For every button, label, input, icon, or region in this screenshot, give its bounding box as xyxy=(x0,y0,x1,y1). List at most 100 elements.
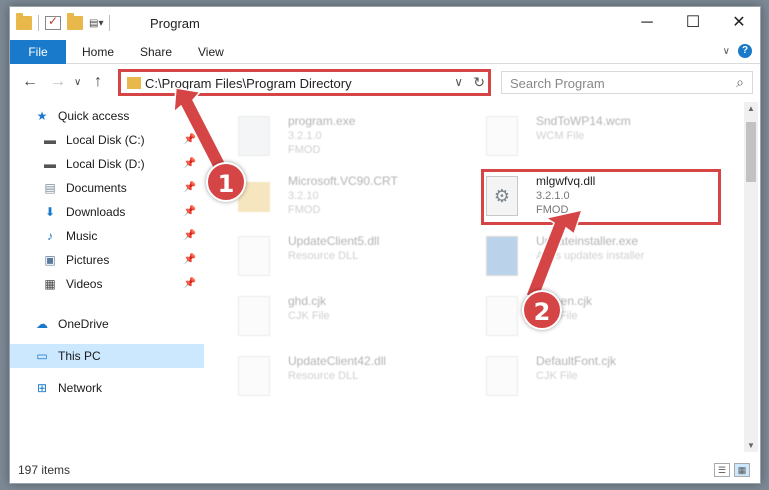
step-2-badge: 2 xyxy=(522,290,562,330)
cloud-icon: ☁ xyxy=(36,317,48,331)
file-item[interactable]: UpdateClient5.dll Resource DLL xyxy=(232,232,462,288)
sidebar-item-quick-access[interactable]: ★ Quick access xyxy=(10,104,204,128)
sidebar-item-local-disk-d[interactable]: ▬ Local Disk (D:) 📌 xyxy=(10,152,204,176)
documents-icon: ▤ xyxy=(44,181,56,195)
sidebar-item-label: OneDrive xyxy=(58,317,109,331)
search-input[interactable]: Search Program ⌕ xyxy=(501,71,753,94)
file-item[interactable]: Screen.cjk CJK File xyxy=(480,292,710,348)
pin-icon[interactable]: 📌 xyxy=(184,206,196,217)
sidebar-item-local-disk-c[interactable]: ▬ Local Disk (C:) 📌 xyxy=(10,128,204,152)
tiles-view-icon[interactable]: ▦ xyxy=(734,463,750,477)
explorer-window: ▤▾ Program ─ ☐ ✕ File Home Share View ∨ … xyxy=(9,6,761,484)
scroll-down-icon[interactable]: ▼ xyxy=(747,441,755,450)
file-name: ghd.cjk xyxy=(288,294,327,308)
file-item[interactable]: program.exe 3.2.1.0 FMOD xyxy=(232,112,462,168)
address-highlight-box xyxy=(118,69,491,96)
file-name: Microsoft.VC90.CRT xyxy=(288,174,398,188)
sidebar-item-label: Music xyxy=(66,229,98,243)
sidebar-item-label: Network xyxy=(58,381,103,395)
file-icon xyxy=(486,296,518,336)
file-name: program.exe xyxy=(288,114,356,128)
file-item[interactable]: Microsoft.VC90.CRT 3.2.10 FMOD xyxy=(232,172,462,228)
sidebar-item-label: Downloads xyxy=(66,205,126,219)
sidebar-item-network[interactable]: ⊞ Network xyxy=(10,376,204,400)
file-item[interactable]: Updateinstaller.exe Apps updates install… xyxy=(480,232,710,288)
search-icon[interactable]: ⌕ xyxy=(736,74,744,91)
ribbon-controls: ∨ ? xyxy=(723,44,752,58)
file-name: SndToWP14.wcm xyxy=(536,114,631,128)
file-detail: 3.2.1.0 xyxy=(288,130,322,142)
ribbon-tabs: File Home Share View ∨ ? xyxy=(10,40,760,64)
details-view-icon[interactable]: ☰ xyxy=(714,463,730,477)
disk-icon: ▬ xyxy=(44,133,56,147)
maximize-button[interactable]: ☐ xyxy=(670,7,716,39)
download-icon: ⬇ xyxy=(44,205,56,219)
scroll-up-icon[interactable]: ▲ xyxy=(747,104,755,113)
recent-locations-icon[interactable]: ∨ xyxy=(74,77,81,88)
view-buttons: ☰ ▦ xyxy=(714,463,750,477)
sidebar-item-label: Pictures xyxy=(66,253,110,267)
sidebar-item-documents[interactable]: ▤ Documents 📌 xyxy=(10,176,204,200)
help-icon[interactable]: ? xyxy=(738,44,752,58)
file-detail: CJK File xyxy=(536,370,578,382)
scroll-thumb[interactable] xyxy=(746,122,756,182)
sidebar-item-label: Local Disk (D:) xyxy=(66,157,145,171)
up-icon[interactable]: ↑ xyxy=(94,73,102,91)
sidebar-item-videos[interactable]: ▦ Videos 📌 xyxy=(10,272,204,296)
pin-icon[interactable]: 📌 xyxy=(184,134,196,145)
installer-icon xyxy=(486,236,518,276)
search-placeholder[interactable]: Search Program xyxy=(510,76,605,91)
sidebar-item-label: Quick access xyxy=(58,109,130,123)
file-detail: FMOD xyxy=(288,204,321,216)
close-button[interactable]: ✕ xyxy=(716,7,760,39)
file-item[interactable]: ghd.cjk CJK File xyxy=(232,292,462,348)
back-icon[interactable]: ← xyxy=(22,73,38,91)
sidebar-item-this-pc[interactable]: ▭ This PC xyxy=(10,344,204,368)
vertical-scrollbar[interactable]: ▲ ▼ xyxy=(744,102,758,452)
separator xyxy=(109,15,111,31)
customize-toolbar-icon[interactable]: ▤▾ xyxy=(89,18,103,29)
file-detail: WCM File xyxy=(536,130,585,142)
music-icon: ♪ xyxy=(47,229,53,243)
new-folder-icon[interactable] xyxy=(67,13,83,30)
pin-icon[interactable]: 📌 xyxy=(184,278,196,289)
pin-icon[interactable]: 📌 xyxy=(184,254,196,265)
sidebar-item-onedrive[interactable]: ☁ OneDrive xyxy=(10,312,204,336)
tab-home[interactable]: Home xyxy=(68,40,128,64)
file-name: UpdateClient5.dll xyxy=(288,234,380,248)
file-detail: CJK File xyxy=(288,310,330,322)
properties-icon[interactable] xyxy=(45,14,61,30)
file-name: DefaultFont.cjk xyxy=(536,354,617,368)
pin-icon[interactable]: 📌 xyxy=(184,182,196,193)
file-detail: Resource DLL xyxy=(288,370,359,382)
sidebar-item-label: Documents xyxy=(66,181,127,195)
dll-gear-icon xyxy=(238,236,270,276)
quick-access-toolbar: ▤▾ xyxy=(16,13,111,31)
tab-file[interactable]: File xyxy=(10,40,66,64)
sidebar-item-label: This PC xyxy=(58,349,101,363)
expand-ribbon-icon[interactable]: ∨ xyxy=(723,46,730,57)
file-detail: Apps updates installer xyxy=(536,250,645,262)
file-icon xyxy=(486,116,518,156)
title-bar: ▤▾ Program ─ ☐ ✕ xyxy=(10,7,760,39)
sidebar-item-music[interactable]: ♪ Music 📌 xyxy=(10,224,204,248)
tab-view[interactable]: View xyxy=(184,40,238,64)
minimize-button[interactable]: ─ xyxy=(624,7,670,39)
file-item[interactable]: SndToWP14.wcm WCM File xyxy=(480,112,710,168)
tab-share[interactable]: Share xyxy=(126,40,186,64)
dll-gear-icon xyxy=(238,356,270,396)
file-list: program.exe 3.2.1.0 FMOD SndToWP14.wcm W… xyxy=(210,102,740,452)
file-item[interactable]: UpdateClient42.dll Resource DLL xyxy=(232,352,462,408)
pin-icon[interactable]: 📌 xyxy=(184,158,196,169)
address-bar-row: ← → ∨ ↑ C:\Program Files\Program Directo… xyxy=(10,65,760,99)
pin-icon[interactable]: 📌 xyxy=(184,230,196,241)
separator xyxy=(38,15,39,31)
file-item[interactable]: DefaultFont.cjk CJK File xyxy=(480,352,710,408)
sidebar-item-downloads[interactable]: ⬇ Downloads 📌 xyxy=(10,200,204,224)
sidebar-item-pictures[interactable]: ▣ Pictures 📌 xyxy=(10,248,204,272)
file-detail: Resource DLL xyxy=(288,250,359,262)
navigation-pane: ★ Quick access ▬ Local Disk (C:) 📌 ▬ Loc… xyxy=(10,102,206,452)
sidebar-item-label: Videos xyxy=(66,277,103,291)
forward-icon[interactable]: → xyxy=(50,73,66,91)
folder-icon xyxy=(16,13,32,30)
